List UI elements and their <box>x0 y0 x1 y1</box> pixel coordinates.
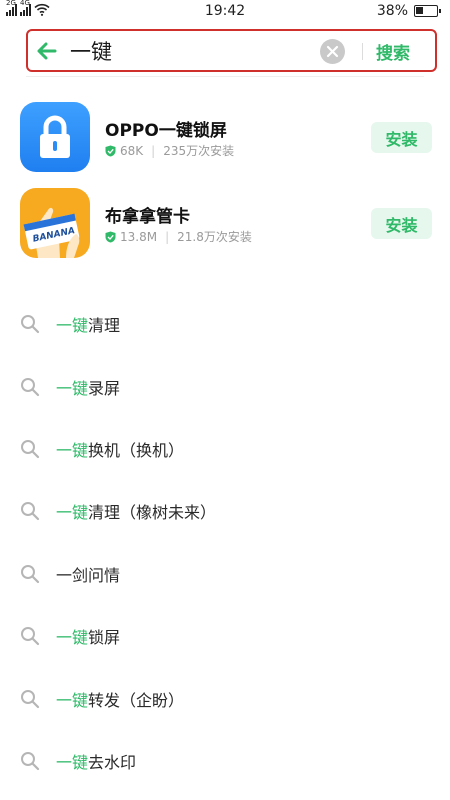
battery-percent: 38% <box>376 3 408 19</box>
battery-status: 38% <box>376 3 441 19</box>
suggestion-rest: 清理（橡树未来） <box>88 503 217 523</box>
suggestion-highlight: 一键 <box>56 316 89 336</box>
app-installs: 235万次安装 <box>163 144 235 158</box>
banana-card-icon: BANANA <box>20 188 90 258</box>
search-icon <box>21 564 40 583</box>
suggestion-rest: 一剑问情 <box>56 565 121 585</box>
search-underline <box>26 76 424 77</box>
lock-icon <box>20 102 90 172</box>
battery-icon <box>414 5 441 17</box>
search-icon <box>21 439 40 459</box>
search-icon <box>21 751 40 771</box>
app-installs: 21.8万次安装 <box>177 230 252 244</box>
suggestion-item[interactable]: 一键清理 <box>0 293 450 355</box>
app-meta: 68K | 235万次安装 <box>105 142 234 159</box>
suggestion-label: 一键清理 <box>56 312 120 336</box>
search-divider <box>362 43 363 60</box>
status-bar: 2G 4G 19:42 38% <box>0 0 450 24</box>
search-submit-button[interactable]: 搜索 <box>376 39 410 64</box>
suggestion-rest: 录屏 <box>88 378 121 398</box>
verified-shield-icon <box>105 231 116 242</box>
search-bar: 搜索 <box>26 29 437 72</box>
suggestion-label: 一键录屏 <box>56 375 120 399</box>
suggestion-rest: 锁屏 <box>88 628 121 648</box>
suggestion-highlight: 一键 <box>56 440 89 460</box>
suggestion-rest: 换机（换机） <box>88 440 185 460</box>
suggestion-highlight: 一键 <box>56 378 89 398</box>
meta-separator: | <box>151 143 156 158</box>
suggestion-rest: 转发（企盼） <box>88 690 185 710</box>
search-icon <box>21 377 40 396</box>
suggestion-item[interactable]: 一键清理（橡树未来） <box>0 480 450 542</box>
suggestion-label: 一剑问情 <box>56 562 120 586</box>
suggestion-highlight: 一键 <box>56 752 89 772</box>
suggestion-item[interactable]: 一键转发（企盼） <box>0 667 450 729</box>
suggestion-item[interactable]: 一剑问情 <box>0 543 450 605</box>
suggestion-label: 一键锁屏 <box>56 624 120 648</box>
back-arrow-icon[interactable] <box>34 38 60 64</box>
app-result-banana-card[interactable]: BANANA 布拿拿管卡 13.8M | 21.8万次安装 安装 <box>20 188 432 260</box>
suggestion-label: 一键换机（换机） <box>56 437 184 461</box>
search-icon <box>21 627 40 646</box>
search-icon <box>21 315 40 334</box>
search-input[interactable] <box>70 37 310 65</box>
search-icon <box>21 689 40 708</box>
search-icon <box>21 502 40 521</box>
suggestion-highlight: 一键 <box>56 628 89 648</box>
suggestion-item[interactable]: 一键换机（换机） <box>0 418 450 480</box>
app-icon-banana: BANANA <box>20 188 90 258</box>
suggestion-label: 一键去水印 <box>56 749 136 773</box>
app-meta: 13.8M | 21.8万次安装 <box>105 228 252 245</box>
clear-search-button[interactable] <box>320 39 345 64</box>
suggestion-item[interactable]: 一键去水印 <box>0 730 450 792</box>
suggestion-label: 一键转发（企盼） <box>56 687 184 711</box>
verified-shield-icon <box>105 145 116 156</box>
app-size: 13.8M <box>120 229 158 244</box>
suggestion-rest: 去水印 <box>88 752 137 772</box>
suggestion-highlight: 一键 <box>56 503 89 523</box>
suggestion-label: 一键清理（橡树未来） <box>56 499 216 523</box>
app-result-oppo-lock[interactable]: OPPO一键锁屏 68K | 235万次安装 安装 <box>20 102 432 174</box>
suggestion-list: 一键清理 一键录屏 一键换机（换机） 一键清理（橡树未来） 一剑问情 一键锁屏 … <box>0 293 450 792</box>
suggestion-rest: 清理 <box>88 316 121 336</box>
install-button[interactable]: 安装 <box>371 122 432 153</box>
app-icon-lock <box>20 102 90 172</box>
app-size: 68K <box>120 143 144 158</box>
battery-fill <box>416 7 423 14</box>
install-button[interactable]: 安装 <box>371 208 432 239</box>
app-name: OPPO一键锁屏 <box>105 121 227 141</box>
suggestion-item[interactable]: 一键录屏 <box>0 355 450 417</box>
app-name: 布拿拿管卡 <box>105 207 190 227</box>
suggestion-highlight: 一键 <box>56 690 89 710</box>
meta-separator: | <box>165 229 170 244</box>
close-icon <box>326 45 339 58</box>
suggestion-item[interactable]: 一键锁屏 <box>0 605 450 667</box>
